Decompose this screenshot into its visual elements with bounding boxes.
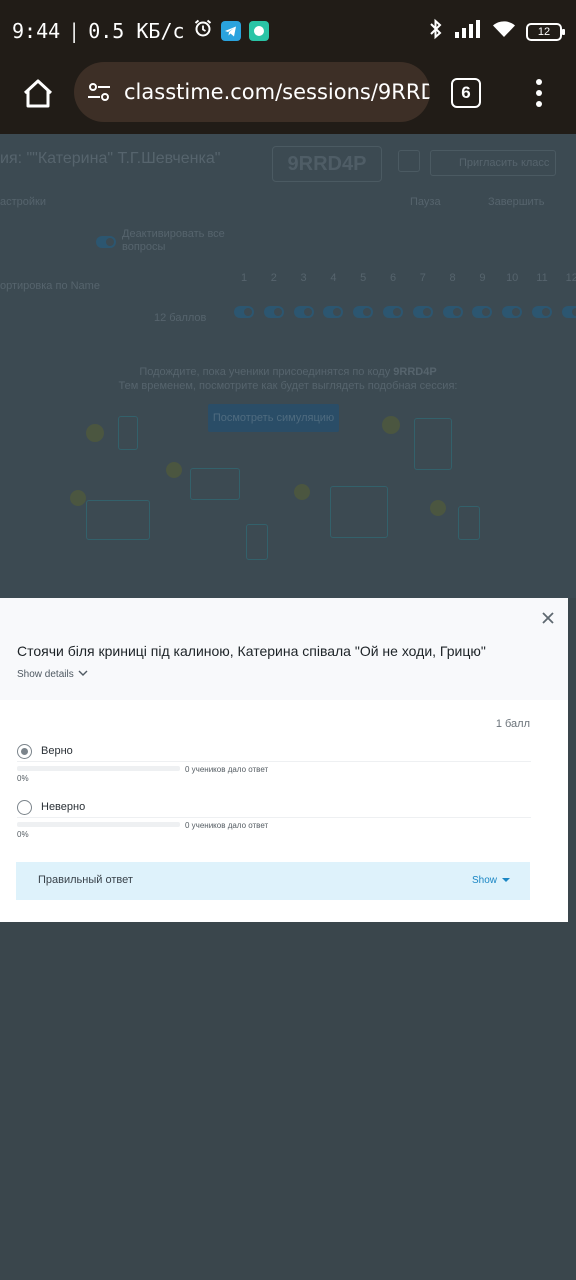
question-number: 8	[449, 272, 456, 284]
illustration-laptop	[330, 486, 388, 538]
battery-icon: 12	[526, 22, 565, 41]
illustration-person	[86, 424, 104, 442]
app-notification-icon	[248, 20, 269, 41]
option-divider	[17, 761, 531, 762]
simulation-button: Посмотреть симуляцию	[208, 404, 339, 432]
bluetooth-icon	[428, 18, 444, 45]
settings-link: астройки	[0, 196, 46, 208]
status-separator: |	[68, 18, 81, 43]
question-number: 6	[389, 272, 397, 284]
site-settings-icon[interactable]	[86, 79, 112, 105]
finish-button: Завершить	[488, 196, 545, 208]
question-number: 1	[240, 272, 248, 284]
correct-answer-panel: Правильный ответ Show	[16, 862, 530, 900]
question-number: 10	[506, 272, 519, 284]
waiting-message: Подождите, пока ученики присоединятся по…	[139, 366, 437, 378]
background-page: ия: ""Катерина" Т.Г.Шевченка" 9RRD4P При…	[0, 134, 576, 598]
wifi-icon	[492, 19, 516, 44]
illustration-phone	[246, 524, 268, 560]
class-title: ия: ""Катерина" Т.Г.Шевченка"	[0, 150, 221, 167]
question-toggle	[234, 306, 254, 318]
illustration-person	[166, 462, 182, 478]
response-percent: 0%	[17, 830, 29, 839]
option-label: Верно	[41, 745, 73, 757]
telegram-icon	[220, 20, 241, 41]
url-text: classtime.com/sessions/9RRD'	[124, 80, 430, 104]
question-number: 3	[300, 272, 307, 284]
question-number: 9	[479, 272, 486, 284]
question-toggle	[383, 306, 403, 318]
browser-toolbar: classtime.com/sessions/9RRD' 6	[0, 62, 576, 134]
question-number: 4	[330, 272, 337, 284]
question-toggle	[353, 306, 374, 318]
illustration-person	[382, 416, 400, 434]
illustration-person	[294, 484, 310, 500]
modal-header: Стоячи біля криниці під калиною, Катерин…	[0, 598, 568, 700]
alarm-icon	[193, 18, 213, 43]
option-label: Неверно	[41, 801, 86, 813]
question-toggle	[442, 306, 463, 318]
show-details-label: Show details	[17, 669, 74, 680]
chevron-down-icon	[78, 669, 88, 680]
illustration-tablet	[414, 418, 452, 470]
illustration-person	[70, 490, 86, 506]
status-time: 9:44	[12, 18, 61, 43]
question-number: 5	[360, 272, 367, 284]
response-percent: 0%	[17, 774, 29, 783]
browser-menu-icon[interactable]	[530, 76, 548, 110]
option-divider	[17, 817, 531, 818]
question-toggle	[293, 306, 314, 318]
question-number: 11	[536, 272, 548, 284]
home-button[interactable]	[18, 74, 58, 114]
status-bar: 9:44 | 0.5 КБ/с 12	[0, 0, 576, 62]
question-toggle	[532, 306, 552, 318]
question-toggle	[323, 306, 344, 318]
question-toggle	[472, 306, 493, 318]
question-toggle	[263, 306, 284, 318]
deactivate-toggle	[96, 236, 116, 248]
network-speed: 0.5 КБ/с	[88, 18, 185, 43]
question-toggle	[412, 306, 433, 318]
invite-class-button: Пригласить класс	[430, 150, 556, 176]
show-correct-answer-button[interactable]: Show	[472, 875, 510, 886]
address-bar[interactable]: classtime.com/sessions/9RRD'	[74, 62, 430, 122]
illustration-laptop	[86, 500, 150, 540]
illustration-phone	[118, 416, 138, 450]
radio-unselected-icon[interactable]	[17, 800, 32, 815]
response-count: 0 учеников дало ответ	[185, 765, 269, 774]
radio-selected-icon[interactable]	[17, 744, 32, 759]
deactivate-label: Деактивировать все вопросы	[122, 228, 225, 253]
copy-icon	[398, 150, 420, 172]
question-number: 2	[270, 272, 277, 284]
question-number: 7	[419, 272, 426, 284]
illustration-phone	[458, 506, 480, 540]
show-label: Show	[471, 875, 497, 886]
tab-switcher-button[interactable]: 6	[451, 78, 481, 108]
illustration-tablet	[190, 468, 240, 500]
pause-button: Пауза	[410, 196, 441, 208]
question-toggle	[502, 306, 523, 318]
question-text: Стоячи біля криниці під калиною, Катерин…	[17, 643, 486, 659]
question-number: 12	[565, 272, 576, 284]
answer-option-false[interactable]: Неверно 0 учеников дало ответ 0%	[17, 800, 531, 840]
answer-option-true[interactable]: Верно 0 учеников дало ответ 0%	[17, 744, 531, 784]
illustration-person	[430, 500, 446, 516]
show-details-toggle[interactable]: Show details	[17, 669, 88, 680]
question-points: 1 балл	[495, 718, 530, 730]
question-toggle	[561, 306, 576, 318]
session-code: 9RRD4P	[272, 146, 382, 182]
caret-down-icon	[502, 875, 510, 886]
close-icon[interactable]	[538, 608, 558, 628]
points-dropdown: 12 баллов	[154, 312, 207, 324]
response-count: 0 учеников дало ответ	[185, 821, 269, 830]
signal-icon	[454, 19, 482, 44]
sort-dropdown: ортировка по Name	[0, 280, 100, 292]
question-modal: Стоячи біля криниці під калиною, Катерин…	[0, 598, 568, 922]
response-progress-bar	[17, 822, 180, 827]
waiting-message-2: Тем временем, посмотрите как будет выгля…	[118, 380, 458, 392]
response-progress-bar	[17, 766, 180, 771]
correct-answer-label: Правильный ответ	[38, 874, 133, 886]
